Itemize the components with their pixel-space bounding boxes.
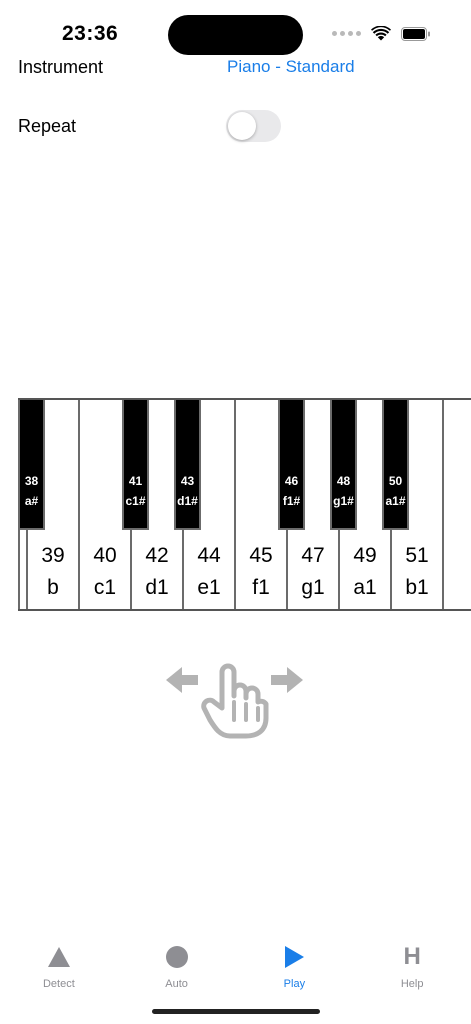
arrow-right-icon [271,667,303,693]
black-key[interactable]: 46 f1# [278,400,305,530]
white-key-number: 39 [41,544,65,567]
keyboard-bottom-border [18,609,471,611]
wifi-icon [371,26,391,41]
arrow-left-icon [166,667,198,693]
home-indicator [152,1009,320,1014]
white-key-number: 47 [301,544,325,567]
tab-auto[interactable]: Auto [118,930,236,1000]
play-icon [285,946,305,968]
black-key-number: 46 [284,474,299,488]
white-key-number: 44 [197,544,221,567]
white-key-number: 40 [93,544,117,567]
tab-play-label: Play [283,978,306,990]
white-key-note: a1 [353,576,377,599]
repeat-toggle-knob [228,112,256,140]
white-key-number: 49 [353,544,377,567]
piano-keyboard[interactable]: 39 b 40 c1 42 d1 44 e1 45 f1 47 g1 49 a1 51 b1 38 a# 41 c1#… [0,398,471,613]
white-key-number: 45 [249,544,273,567]
dynamic-island [168,15,303,55]
white-key-note: c1 [93,576,117,599]
white-key-note: f1 [252,576,270,599]
tab-play[interactable]: Play [236,930,354,1000]
white-key-note: b [47,576,59,599]
status-indicators [332,26,431,41]
black-key-note: a# [24,494,39,508]
tab-detect-label: Detect [42,978,75,990]
tab-bar: Detect Auto Play H Help [0,930,471,1000]
tab-help-label: Help [400,978,424,990]
circle-icon [165,946,188,968]
black-key-number: 41 [128,474,143,488]
black-key[interactable]: 38 a# [18,400,45,530]
black-key[interactable]: 48 g1# [330,400,357,530]
triangle-icon [47,947,70,967]
black-key-note: g1# [333,494,354,508]
white-key-note: g1 [301,576,325,599]
swipe-hint-icon [166,663,303,739]
tab-help[interactable]: H Help [353,930,471,1000]
black-key-number: 38 [24,474,39,488]
instrument-selector[interactable]: Piano - Standard [227,57,355,77]
status-time: 23:36 [62,22,119,45]
white-key-number: 42 [145,544,169,567]
repeat-toggle[interactable] [226,110,281,142]
white-key[interactable] [442,400,471,609]
black-key[interactable]: 43 d1# [174,400,201,530]
black-key-number: 50 [388,474,403,488]
black-key-note: d1# [177,494,198,508]
black-key-note: f1# [282,494,301,508]
black-key[interactable]: 50 a1# [382,400,409,530]
tab-detect[interactable]: Detect [0,930,118,1000]
black-key-note: c1# [125,494,146,508]
black-key-note: a1# [385,494,406,508]
black-key-number: 43 [180,474,195,488]
repeat-label: Repeat [18,116,77,136]
white-key-note: e1 [197,576,221,599]
white-key-note: d1 [145,576,169,599]
battery-icon [401,26,430,41]
white-key-number: 51 [405,544,429,567]
black-key-number: 48 [336,474,351,488]
tab-auto-label: Auto [165,978,188,990]
black-key[interactable]: 41 c1# [122,400,149,530]
white-key-note: b1 [405,576,429,599]
instrument-label: Instrument [18,57,104,77]
cellular-signal-icon [332,31,361,36]
help-icon: H [403,943,421,970]
